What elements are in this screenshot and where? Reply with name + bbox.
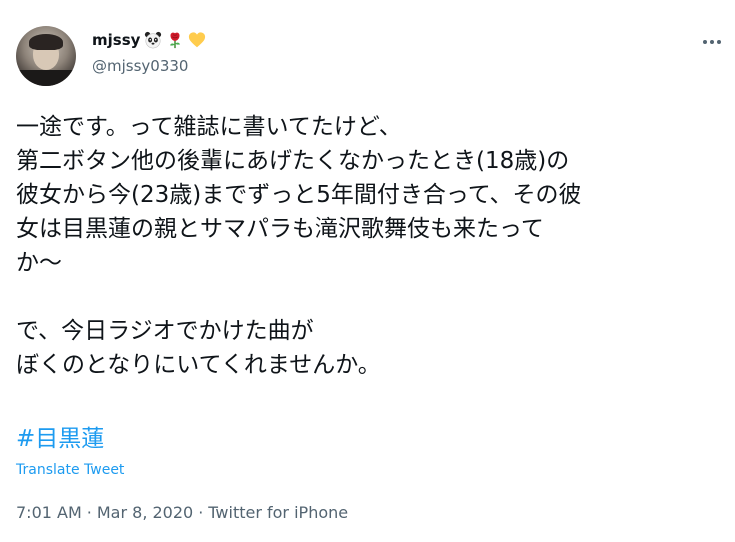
meta-separator: ·: [86, 503, 92, 522]
tweet-timestamp-time[interactable]: 7:01 AM: [16, 503, 82, 522]
more-options-icon[interactable]: [700, 30, 724, 54]
tweet-source[interactable]: Twitter for iPhone: [208, 503, 348, 522]
tweet-text: 一途です。って雑誌に書いてたけど、 第二ボタン他の後輩にあげたくなかったとき(1…: [16, 114, 582, 378]
tweet-metadata: 7:01 AM · Mar 8, 2020 · Twitter for iPho…: [16, 503, 348, 522]
display-name[interactable]: mjssy: [92, 31, 140, 49]
translate-tweet-link[interactable]: Translate Tweet: [16, 462, 124, 478]
author-name-row[interactable]: mjssy: [92, 31, 206, 49]
avatar[interactable]: [16, 26, 76, 86]
author-handle[interactable]: @mjssy0330: [92, 57, 188, 75]
tweet-timestamp-date[interactable]: Mar 8, 2020: [97, 503, 193, 522]
yellow-heart-icon: [188, 31, 206, 49]
panda-face-icon: [144, 31, 162, 49]
meta-separator: ·: [198, 503, 204, 522]
hashtag-link[interactable]: #目黒蓮: [16, 422, 104, 456]
rose-icon: [166, 31, 184, 49]
